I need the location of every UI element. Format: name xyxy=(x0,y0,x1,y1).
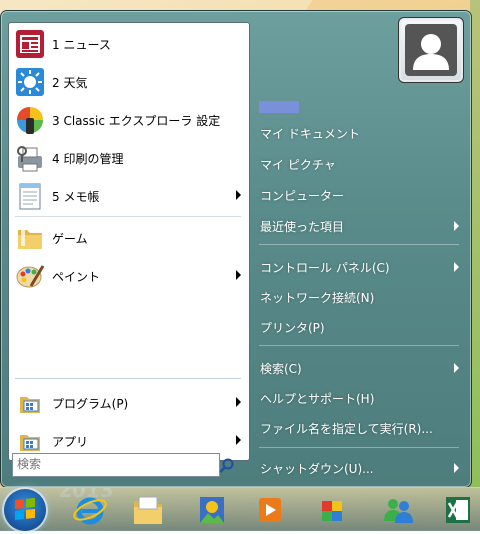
messenger-icon[interactable] xyxy=(378,491,418,529)
menu-item-my-pictures[interactable]: マイ ピクチャ xyxy=(253,151,465,177)
pinned-item-label: 5 メモ帳 xyxy=(52,189,100,204)
menu-item-label: ファイル名を指定して実行(R)... xyxy=(260,421,433,436)
pinned-item-notepad[interactable]: 5 メモ帳 xyxy=(11,178,247,214)
start-orb-icon[interactable] xyxy=(4,489,46,531)
search-input[interactable] xyxy=(13,454,217,474)
submenu-arrow-icon xyxy=(454,463,459,473)
programs-menu[interactable]: プログラム(P) xyxy=(11,385,247,421)
pinned-item-label: ゲーム xyxy=(52,231,88,246)
menu-item-recent-items[interactable]: 最近使った項目 xyxy=(253,213,465,239)
menu-item-network-connections[interactable]: ネットワーク接続(N) xyxy=(253,284,465,310)
pinned-item-classic-explorer-settings[interactable]: 3 Classic エクスプローラ 設定 xyxy=(11,102,247,138)
submenu-arrow-icon xyxy=(236,190,241,200)
submenu-arrow-icon xyxy=(454,363,459,373)
file-explorer-icon[interactable] xyxy=(128,491,168,529)
media-player-icon[interactable] xyxy=(250,491,290,529)
menu-item-run[interactable]: ファイル名を指定して実行(R)... xyxy=(253,415,465,441)
menu-item-label: ネットワーク接続(N) xyxy=(260,290,375,305)
start-menu: 1 ニュース 2 天気 3 Classic エクスプローラ 設定 4 印刷の管理 xyxy=(0,10,472,488)
pinned-item-news[interactable]: 1 ニュース xyxy=(11,26,247,62)
weather-icon xyxy=(14,66,46,98)
separator xyxy=(259,447,459,448)
submenu-arrow-icon xyxy=(236,435,241,445)
menu-item-label: マイ ドキュメント xyxy=(260,126,360,141)
menu-item-shutdown[interactable]: シャットダウン(U)... xyxy=(253,455,465,481)
pinned-item-label: 2 天気 xyxy=(52,75,88,90)
notepad-icon xyxy=(14,180,46,212)
start-menu-programs-pane: 1 ニュース 2 天気 3 Classic エクスプローラ 設定 4 印刷の管理 xyxy=(8,22,250,461)
submenu-arrow-icon xyxy=(454,221,459,231)
submenu-arrow-icon xyxy=(454,262,459,272)
pinned-item-print-management[interactable]: 4 印刷の管理 xyxy=(11,140,247,176)
folder-icon xyxy=(14,222,46,254)
pinned-item-label: 3 Classic エクスプローラ 設定 xyxy=(52,113,221,128)
menu-item-label: コントロール パネル(C) xyxy=(260,260,390,275)
menu-item-label: シャットダウン(U)... xyxy=(260,461,374,476)
separator xyxy=(15,378,241,379)
pinned-item-label: 4 印刷の管理 xyxy=(52,151,124,166)
menu-item-my-documents[interactable]: マイ ドキュメント xyxy=(253,120,465,146)
excel-icon[interactable] xyxy=(438,491,478,529)
submenu-arrow-icon xyxy=(236,397,241,407)
menu-item-label: マイ ピクチャ xyxy=(260,157,336,172)
menu-item-label: 検索(C) xyxy=(260,361,302,376)
search-box[interactable] xyxy=(12,453,220,477)
puzzle-app-icon[interactable] xyxy=(312,491,352,529)
menu-item-help-and-support[interactable]: ヘルプとサポート(H) xyxy=(253,385,465,411)
submenu-arrow-icon xyxy=(236,270,241,280)
start-menu-places-pane: マイ ドキュメント マイ ピクチャ コンピューター 最近使った項目 コントロール… xyxy=(251,11,471,487)
paint-app-icon[interactable] xyxy=(192,491,232,529)
separator xyxy=(259,244,459,245)
pinned-item-label: ペイント xyxy=(52,269,101,284)
menu-item-printers[interactable]: プリンタ(P) xyxy=(253,314,465,340)
menu-item-label: コンピューター xyxy=(260,188,345,203)
menu-item-computer[interactable]: コンピューター xyxy=(253,182,465,208)
print-management-icon xyxy=(14,142,46,174)
programs-label: プログラム(P) xyxy=(52,396,129,411)
search-icon[interactable] xyxy=(219,458,235,474)
menu-item-control-panel[interactable]: コントロール パネル(C) xyxy=(253,254,465,280)
separator xyxy=(15,216,241,217)
paint-icon xyxy=(14,260,46,292)
news-icon xyxy=(14,28,46,60)
pinned-item-weather[interactable]: 2 天気 xyxy=(11,64,247,100)
programs-folder-icon xyxy=(14,387,46,419)
pinned-item-paint[interactable]: ペイント xyxy=(11,258,247,294)
username-label xyxy=(259,101,299,113)
separator xyxy=(259,345,459,346)
menu-item-label: 最近使った項目 xyxy=(260,219,345,234)
taskbar xyxy=(0,487,480,531)
classic-shell-icon xyxy=(14,104,46,136)
internet-explorer-icon[interactable] xyxy=(70,491,110,529)
pinned-item-games[interactable]: ゲーム xyxy=(11,220,247,256)
menu-item-search[interactable]: 検索(C) xyxy=(253,355,465,381)
apps-label: アプリ xyxy=(52,434,89,449)
menu-item-label: プリンタ(P) xyxy=(260,320,325,335)
pinned-item-label: 1 ニュース xyxy=(52,37,111,52)
user-account-icon[interactable] xyxy=(398,17,464,83)
menu-item-label: ヘルプとサポート(H) xyxy=(260,391,375,406)
